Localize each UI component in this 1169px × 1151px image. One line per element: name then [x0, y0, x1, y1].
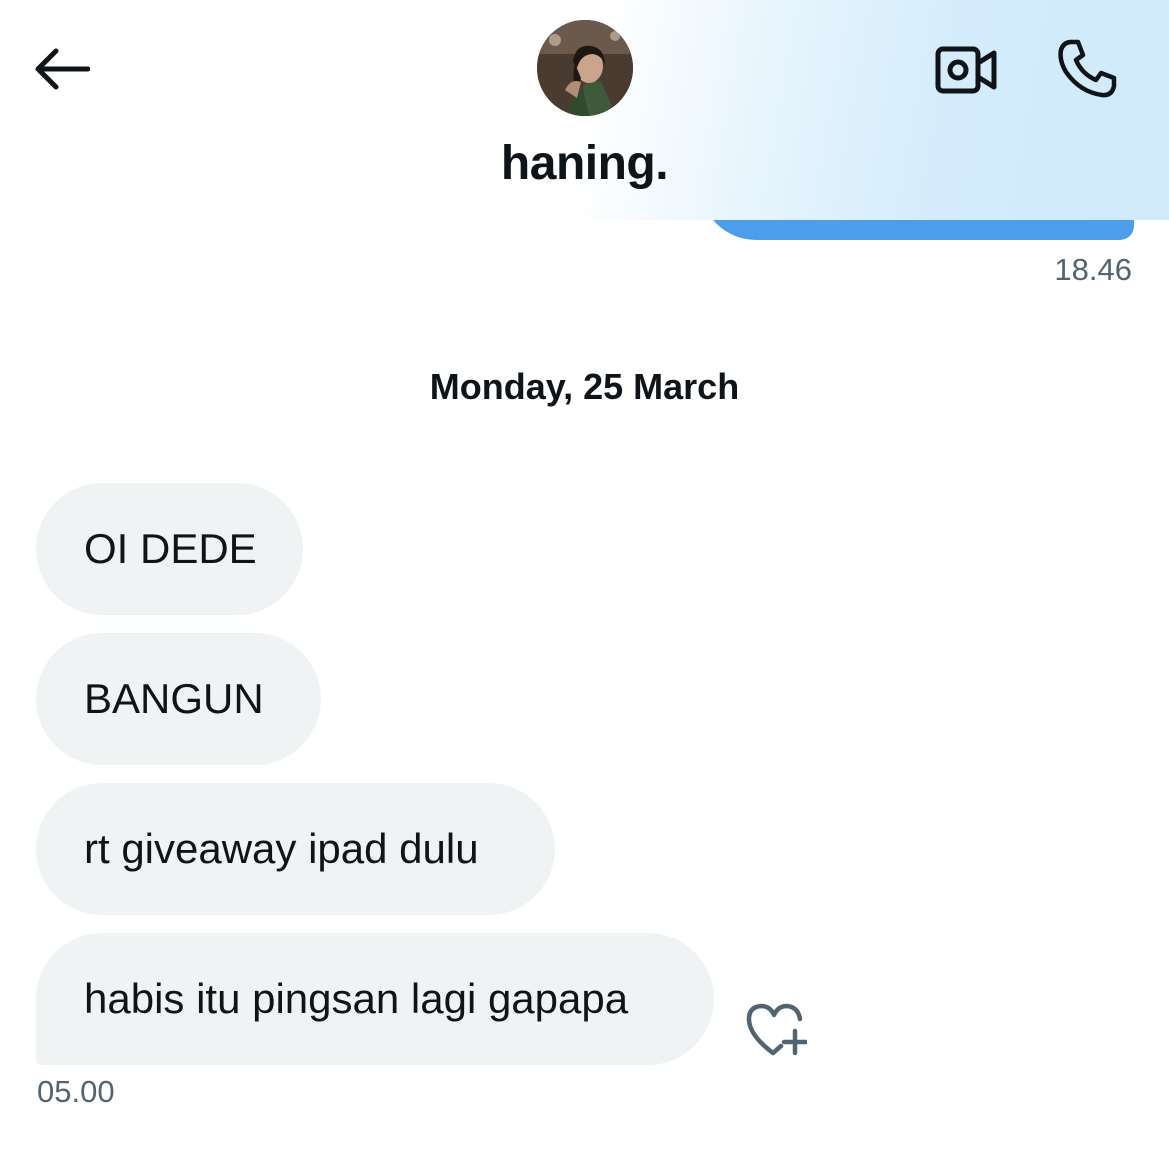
incoming-message-bubble[interactable]: OI DEDE [36, 483, 303, 615]
date-separator: Monday, 25 March [429, 366, 740, 407]
message-text: BANGUN [84, 675, 264, 722]
message-text: habis itu pingsan lagi gapapa [84, 975, 629, 1022]
incoming-message-bubble[interactable]: BANGUN [36, 633, 321, 765]
video-call-button[interactable] [930, 40, 1002, 100]
message-text: OI DEDE [84, 525, 257, 572]
contact-name[interactable]: haning. [0, 136, 1169, 191]
add-reaction-button[interactable] [740, 996, 810, 1060]
message-text: rt giveaway ipad dulu [84, 825, 479, 872]
incoming-message-timestamp: 05.00 [37, 1074, 115, 1109]
video-camera-icon [935, 46, 997, 94]
arrow-left-icon [35, 48, 90, 90]
voice-call-button[interactable] [1052, 34, 1122, 104]
dm-conversation: 18.46 haning. Monday, 25 March OI DEDE B… [0, 0, 1169, 1151]
back-button[interactable] [28, 38, 94, 100]
conversation-header: haning. [0, 0, 1169, 220]
phone-icon [1058, 39, 1117, 98]
incoming-message-bubble[interactable]: habis itu pingsan lagi gapapa [36, 933, 714, 1065]
outgoing-message-timestamp: 18.46 [1054, 252, 1132, 287]
heart-plus-icon [746, 1003, 807, 1056]
incoming-message-bubble[interactable]: rt giveaway ipad dulu [36, 783, 555, 915]
contact-avatar[interactable] [537, 20, 633, 116]
